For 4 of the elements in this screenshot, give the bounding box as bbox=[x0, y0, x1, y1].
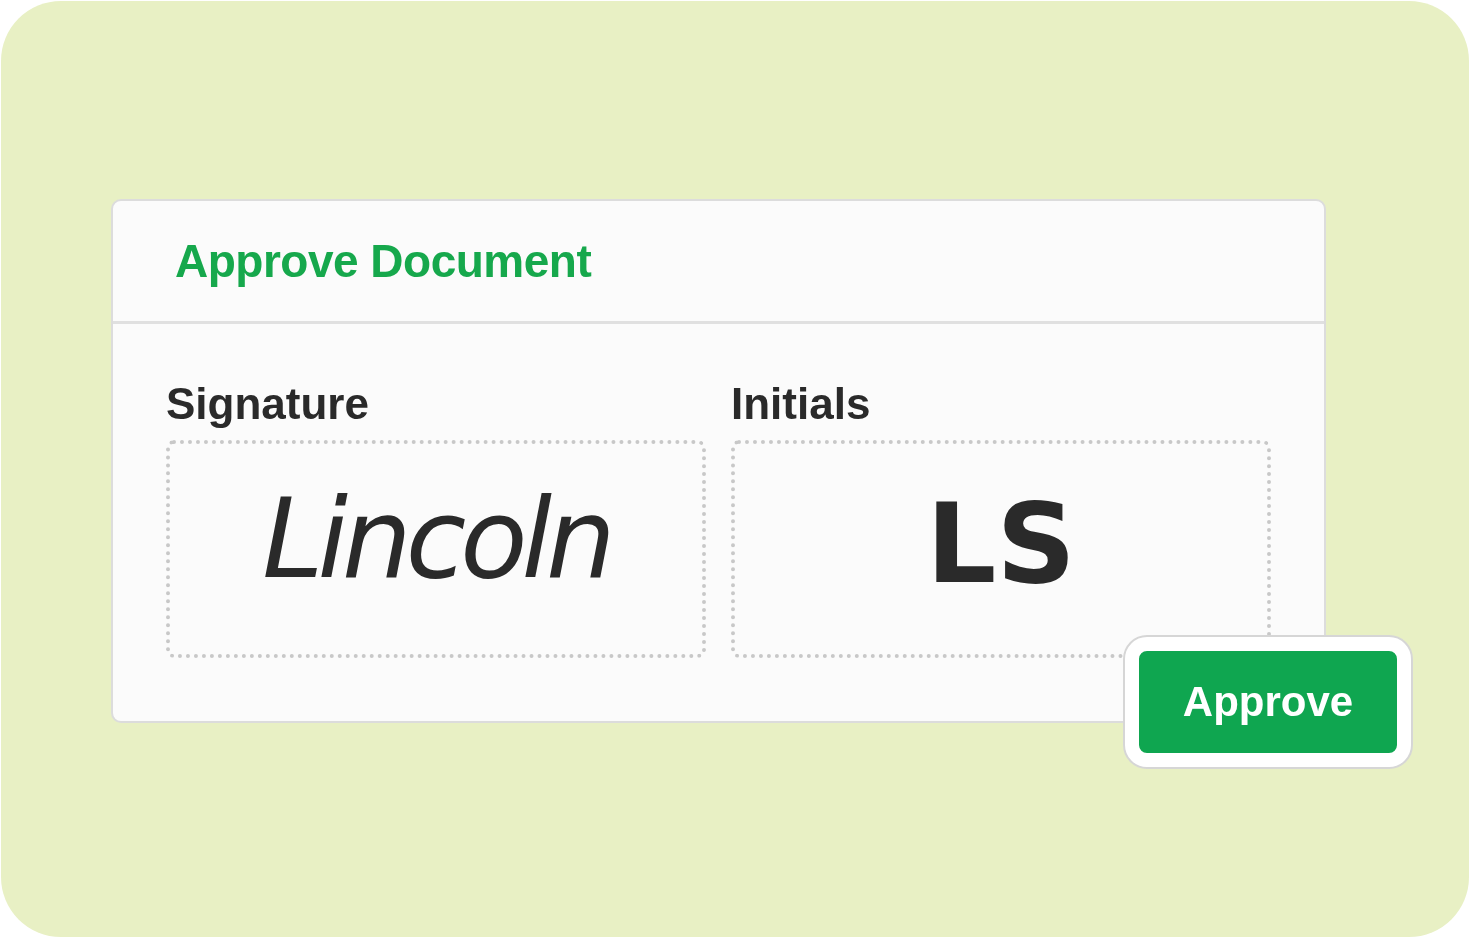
field-label: Signature bbox=[166, 382, 370, 426]
field-label: Initials bbox=[731, 382, 872, 426]
signature-field[interactable]: Lincoln bbox=[166, 440, 706, 658]
dialog-title: Approve Document bbox=[175, 234, 592, 288]
